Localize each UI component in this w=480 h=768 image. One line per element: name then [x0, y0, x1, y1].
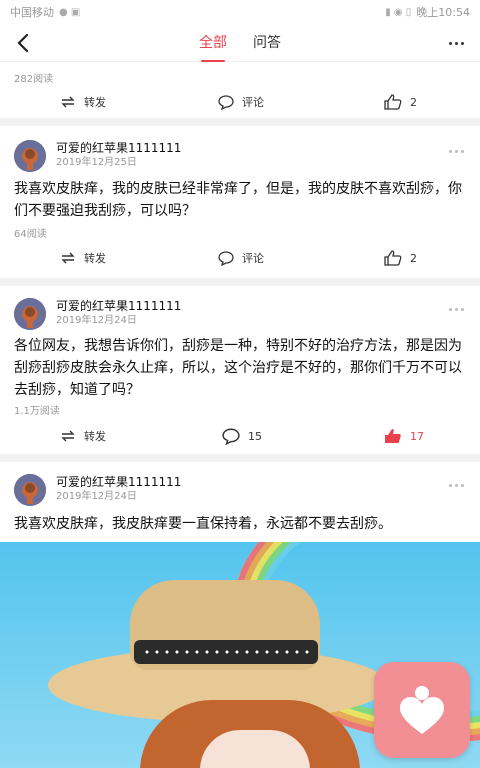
post-card: 可爱的红苹果1111111 2019年12月25日 我喜欢皮肤痒，我的皮肤已经非…: [0, 126, 480, 278]
like-button[interactable]: 2: [384, 88, 417, 116]
read-count: 282阅读: [14, 74, 54, 85]
thumbs-up-icon: [384, 250, 402, 266]
post-more-button[interactable]: [449, 484, 464, 487]
repost-button[interactable]: 转发: [60, 88, 106, 116]
post-card: 可爱的红苹果1111111 2019年12月24日 各位网友，我想告诉你们，刮痧…: [0, 286, 480, 454]
more-menu-button[interactable]: [444, 30, 468, 56]
like-button[interactable]: 17: [384, 422, 424, 450]
comment-label: 评论: [242, 252, 264, 265]
comment-icon: [222, 428, 240, 445]
carrier-label: 中国移动: [10, 6, 54, 19]
repost-label: 转发: [84, 252, 106, 265]
comment-label: 评论: [242, 96, 264, 109]
read-count: 1.1万阅读: [14, 406, 60, 417]
status-bar: 中国移动 ● ▣ ▮ ◉ ▯ 晚上10:54: [0, 0, 480, 24]
author-name[interactable]: 可爱的红苹果1111111: [56, 140, 181, 156]
more-dots-icon: [448, 41, 452, 45]
heart-person-icon: [400, 686, 444, 734]
comment-icon: [218, 251, 234, 266]
like-button[interactable]: 2: [384, 244, 417, 272]
avatar-image: [14, 298, 46, 330]
comment-button[interactable]: 15: [222, 422, 262, 450]
post-text[interactable]: 各位网友，我想告诉你们，刮痧是一种，特别不好的治疗方法，那是因为刮痧刮痧皮肤会永…: [14, 335, 466, 401]
floating-heart-button[interactable]: [374, 662, 470, 758]
avatar[interactable]: [14, 298, 46, 330]
post-date: 2019年12月24日: [56, 315, 137, 326]
thumbs-up-filled-icon: [385, 429, 401, 443]
top-nav: 全部 问答: [0, 24, 480, 62]
thumbs-up-icon: [384, 94, 402, 110]
tab-bar: 全部 问答: [0, 24, 480, 62]
repost-label: 转发: [84, 96, 106, 109]
post-date: 2019年12月24日: [56, 491, 137, 502]
action-row: 转发 评论 2: [0, 88, 480, 116]
action-row: 转发 评论 2: [0, 244, 480, 272]
post-card: 可爱的红苹果1111111 2019年12月24日 我喜欢皮肤痒，我皮肤痒要一直…: [0, 462, 480, 542]
notification-icons: ● ▣: [59, 6, 81, 18]
comment-button[interactable]: 评论: [218, 88, 264, 116]
post-date: 2019年12月25日: [56, 157, 137, 168]
avatar-image: [14, 474, 46, 506]
repost-button[interactable]: 转发: [60, 422, 106, 450]
tab-qa[interactable]: 问答: [253, 24, 281, 62]
comment-icon: [218, 95, 234, 110]
avatar-image: [14, 140, 46, 172]
comment-button[interactable]: 评论: [218, 244, 264, 272]
repost-icon: [61, 96, 75, 108]
post-text[interactable]: 我喜欢皮肤痒，我皮肤痒要一直保持着，永远都不要去刮痧。: [14, 513, 466, 535]
avatar[interactable]: [14, 474, 46, 506]
like-count: 2: [410, 95, 417, 109]
author-name[interactable]: 可爱的红苹果1111111: [56, 474, 181, 490]
post-card: 282阅读 转发 评论 2: [0, 62, 480, 118]
post-author[interactable]: 可爱的红苹果1111111 2019年12月24日: [14, 298, 181, 330]
repost-label: 转发: [84, 430, 106, 443]
read-count: 64阅读: [14, 229, 47, 240]
post-more-button[interactable]: [449, 150, 464, 153]
signal-icons: ▮ ◉ ▯: [385, 6, 412, 18]
repost-icon: [61, 430, 75, 442]
post-text[interactable]: 我喜欢皮肤痒，我的皮肤已经非常痒了，但是，我的皮肤不喜欢刮痧，你们不要强迫我刮痧…: [14, 178, 466, 222]
action-row: 转发 15 17: [0, 422, 480, 450]
repost-button[interactable]: 转发: [60, 244, 106, 272]
like-count: 2: [410, 251, 417, 265]
post-author[interactable]: 可爱的红苹果1111111 2019年12月24日: [14, 474, 181, 506]
author-name[interactable]: 可爱的红苹果1111111: [56, 298, 181, 314]
avatar[interactable]: [14, 140, 46, 172]
post-author[interactable]: 可爱的红苹果1111111 2019年12月25日: [14, 140, 181, 172]
clock: 晚上10:54: [416, 6, 470, 19]
tab-all[interactable]: 全部: [199, 24, 227, 62]
comment-count: 15: [248, 429, 262, 443]
like-count: 17: [410, 429, 424, 443]
repost-icon: [61, 252, 75, 264]
post-more-button[interactable]: [449, 308, 464, 311]
